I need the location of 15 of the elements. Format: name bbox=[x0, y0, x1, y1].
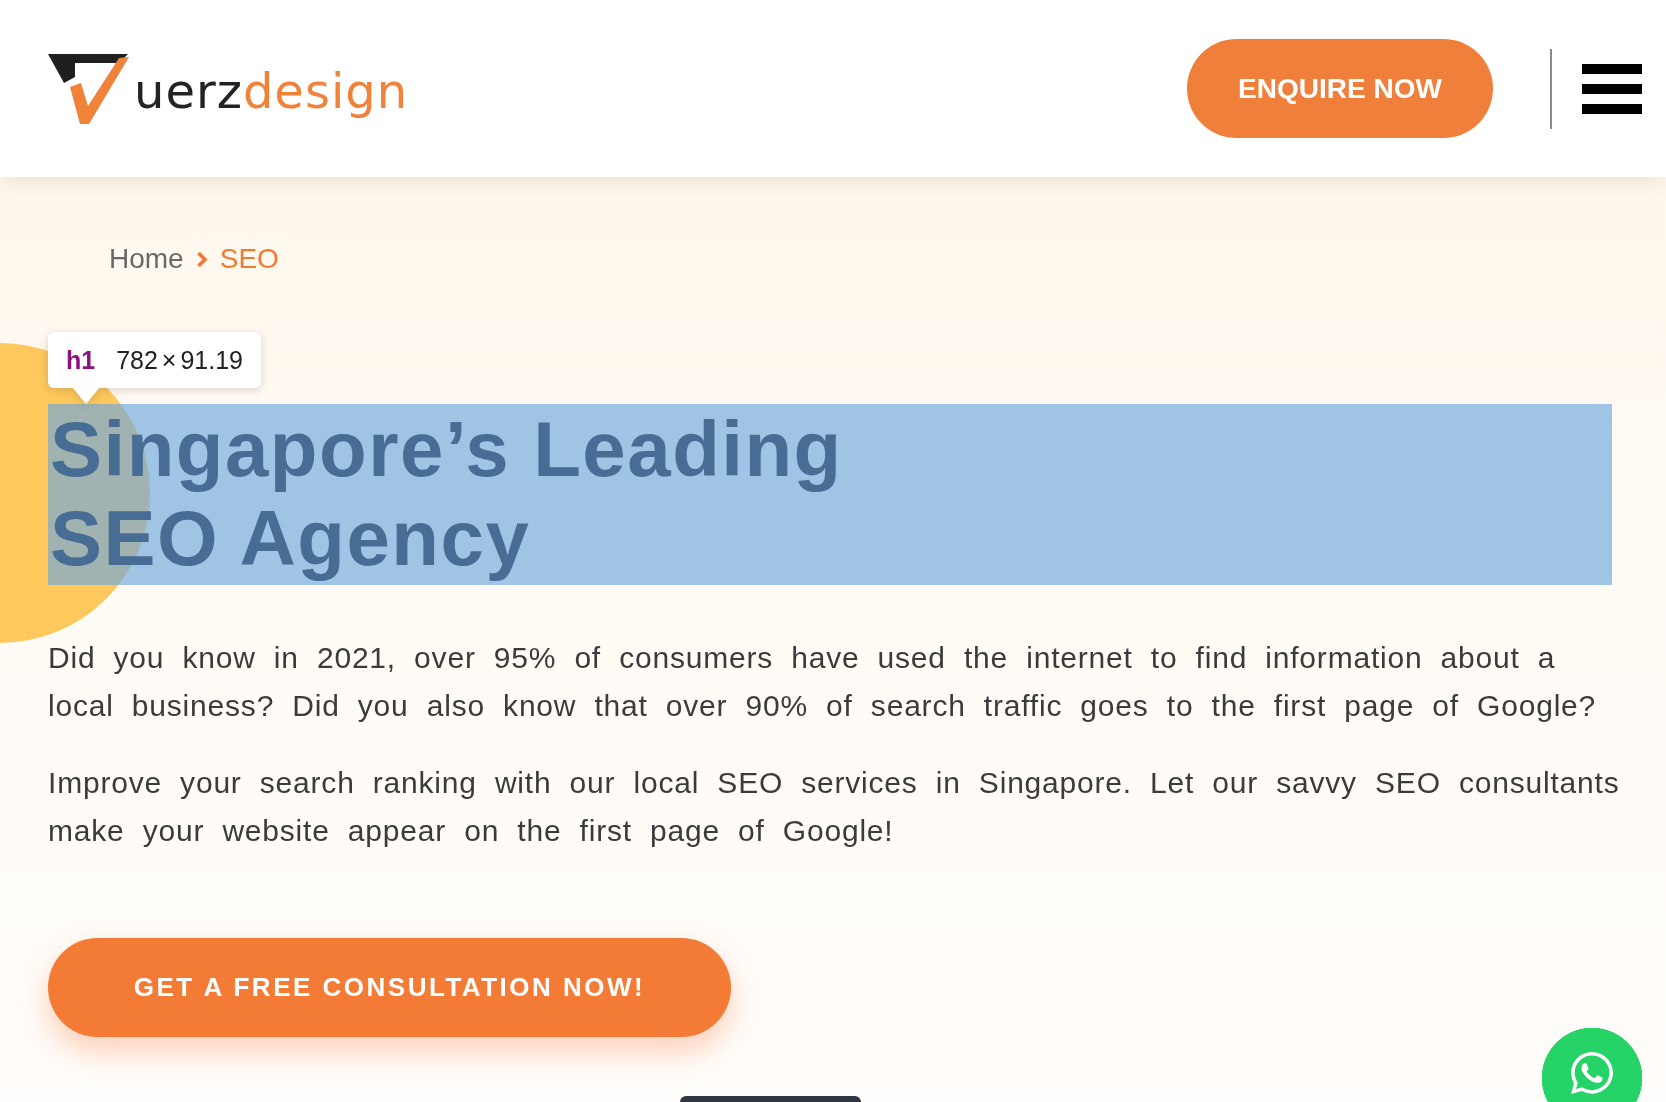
menu-icon bbox=[1582, 63, 1642, 114]
page-heading: Singapore’s Leading SEO Agency bbox=[48, 404, 1612, 585]
intro-paragraph: Did you know in 2021, over 95% of consumers have used the internet to find information about a local business? Did you also know that over 90% of search traffic goes to the first page of Google? bbox=[48, 640, 1598, 724]
logo-wordmark: uerzdesign bbox=[134, 61, 409, 121]
consultation-button[interactable]: GET A FREE CONSULTATION NOW! bbox=[48, 938, 731, 1037]
intro-paragraph: Improve your search ranking with our local SEO services in Singapore. Let our savvy SEO consultants make your website appear on the first page of Google! bbox=[48, 765, 1621, 849]
enquire-button[interactable]: ENQUIRE NOW bbox=[1187, 39, 1493, 138]
breadcrumb-current: SEO bbox=[219, 242, 279, 276]
breadcrumb-link[interactable]: Home bbox=[109, 242, 184, 276]
tooltip-tag: h1 bbox=[66, 345, 96, 375]
chevron-right-icon bbox=[195, 250, 208, 268]
menu-button[interactable] bbox=[1582, 63, 1642, 114]
tooltip-size: 782 × 91.19 bbox=[116, 345, 243, 375]
check-triangle-logo-icon bbox=[48, 52, 130, 125]
phone-chat-icon bbox=[1568, 1049, 1616, 1097]
